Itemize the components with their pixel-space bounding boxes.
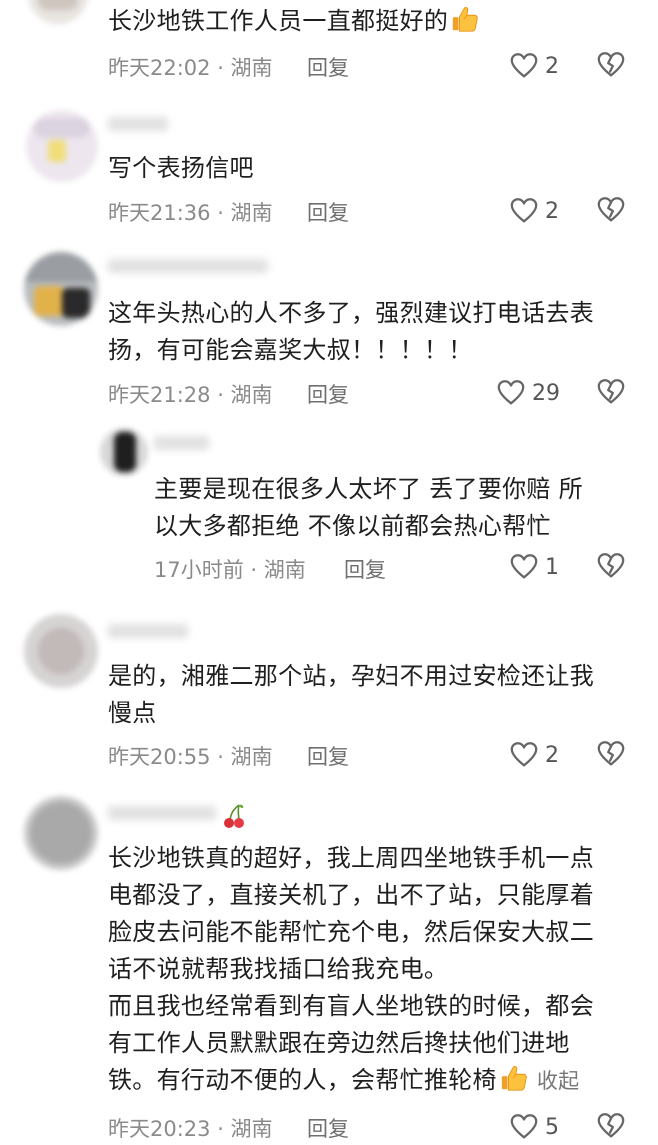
reply-button[interactable]: 回复 — [307, 741, 349, 771]
username-blurred[interactable] — [108, 259, 268, 273]
heart-icon — [509, 552, 539, 582]
cherry-icon — [224, 804, 244, 828]
broken-heart-icon — [596, 195, 626, 225]
like-button[interactable]: 29 — [496, 377, 560, 409]
comment-text: 是的，湘雅二那个站，孕妇不用过安检还让我 慢点 — [108, 662, 594, 727]
collapse-button[interactable]: 收起 — [537, 1069, 580, 1093]
heart-icon — [496, 378, 526, 408]
broken-heart-icon — [596, 377, 626, 407]
avatar[interactable] — [24, 614, 98, 688]
avatar[interactable] — [24, 252, 98, 326]
comment-text: 长沙地铁真的超好，我上周四坐地铁手机一点 电都没了，直接关机了，出不了站，只能厚… — [108, 844, 594, 1094]
broken-heart-icon — [596, 551, 626, 581]
reply-button[interactable]: 回复 — [307, 52, 349, 82]
like-button[interactable]: 5 — [509, 1111, 559, 1143]
comment-meta: 昨天20:23 · 湖南 — [108, 1117, 273, 1141]
thumbs-up-icon — [450, 4, 480, 34]
dislike-button[interactable] — [596, 551, 626, 585]
dislike-button[interactable] — [596, 377, 626, 411]
comment-meta: 昨天20:55 · 湖南 — [108, 745, 273, 769]
thumbs-up-icon — [499, 1063, 529, 1093]
broken-heart-icon — [596, 1111, 626, 1141]
username-blurred[interactable] — [108, 117, 168, 131]
broken-heart-icon — [596, 50, 626, 80]
comment-text: 长沙地铁工作人员一直都挺好的 — [108, 3, 480, 40]
like-button[interactable]: 1 — [509, 551, 559, 583]
username-blurred[interactable] — [108, 624, 188, 638]
heart-icon — [509, 1112, 539, 1142]
dislike-button[interactable] — [596, 195, 626, 229]
comment-meta: 昨天21:28 · 湖南 — [108, 383, 273, 407]
dislike-button[interactable] — [596, 739, 626, 773]
reply-button[interactable]: 回复 — [307, 379, 349, 409]
avatar[interactable] — [24, 796, 98, 870]
comment-meta: 昨天22:02 · 湖南 — [108, 56, 273, 80]
dislike-button[interactable] — [596, 50, 626, 84]
comment-text: 写个表扬信吧 — [108, 154, 254, 182]
username-blurred[interactable] — [154, 436, 209, 450]
like-count: 5 — [545, 1114, 559, 1140]
like-count: 2 — [545, 198, 559, 224]
heart-icon — [509, 740, 539, 770]
comment-text: 这年头热心的人不多了，强烈建议打电话去表 扬，有可能会嘉奖大叔！！！！！ — [108, 299, 594, 364]
username-blurred[interactable] — [108, 806, 216, 820]
reply-button[interactable]: 回复 — [307, 197, 349, 227]
like-count: 1 — [545, 554, 559, 580]
heart-icon — [509, 51, 539, 81]
like-button[interactable]: 2 — [509, 739, 559, 771]
comment-text: 主要是现在很多人太坏了 丢了要你赔 所 以大多都拒绝 不像以前都会热心帮忙 — [154, 475, 583, 540]
comment-meta: 昨天21:36 · 湖南 — [108, 201, 273, 225]
comment-meta: 17小时前 · 湖南 — [154, 558, 306, 582]
avatar[interactable] — [28, 0, 88, 24]
dislike-button[interactable] — [596, 1111, 626, 1145]
reply-button[interactable]: 回复 — [307, 1113, 349, 1143]
avatar[interactable] — [100, 428, 148, 476]
like-button[interactable]: 2 — [509, 50, 559, 82]
like-button[interactable]: 2 — [509, 195, 559, 227]
like-count: 29 — [532, 380, 560, 406]
avatar[interactable] — [26, 110, 98, 182]
like-count: 2 — [545, 742, 559, 768]
heart-icon — [509, 196, 539, 226]
like-count: 2 — [545, 53, 559, 79]
broken-heart-icon — [596, 739, 626, 769]
reply-button[interactable]: 回复 — [344, 554, 386, 584]
